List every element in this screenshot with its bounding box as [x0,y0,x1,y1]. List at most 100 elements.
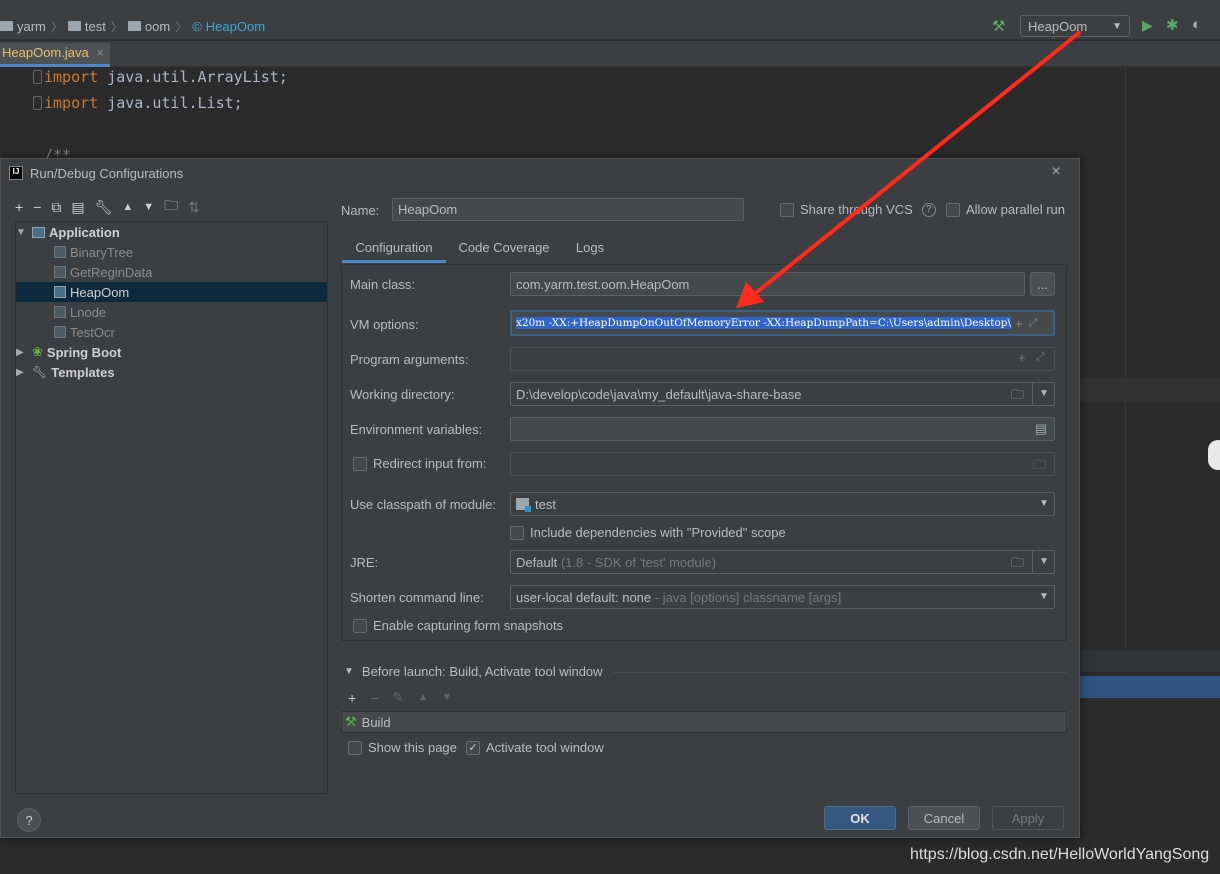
tree-node-templates[interactable]: ▶ 🔧︎ Templates [16,362,327,382]
cancel-button[interactable]: Cancel [908,806,980,830]
coverage-icon[interactable]: ◐ [1192,16,1201,33]
help-icon[interactable]: ? [921,202,936,217]
tree-label: Lnode [70,304,107,320]
checkbox-icon[interactable] [353,618,367,633]
before-launch-header[interactable]: ▼ Before launch: Build, Activate tool wi… [344,664,603,679]
sort-icon[interactable]: ⇅ [188,199,200,216]
apply-button[interactable]: Apply [992,806,1064,830]
checkbox-icon[interactable] [348,740,362,755]
run-config-dropdown[interactable]: HeapOom ▼ [1020,15,1130,37]
form-snapshots-checkbox[interactable]: Enable capturing form snapshots [353,618,563,633]
application-config-icon [54,266,66,278]
name-field[interactable]: HeapOom [392,198,744,221]
tree-item-binarytree[interactable]: BinaryTree [16,242,327,262]
move-up-icon[interactable]: ▲ [418,692,428,703]
share-vcs-checkbox[interactable]: Share through VCS ? [780,202,936,217]
working-directory-field[interactable]: D:\develop\code\java\my_default\java-sha… [510,382,1055,406]
move-down-icon[interactable]: ▼ [143,201,154,213]
move-down-icon[interactable]: ▼ [442,692,452,703]
tab-heapoom-java[interactable]: HeapOom.java × [0,43,110,67]
chevron-right-icon[interactable]: ▶ [16,347,28,358]
checkbox-icon[interactable] [353,456,367,471]
run-icon[interactable]: ▶ [1142,17,1153,34]
class-icon: © [192,18,202,34]
close-tab-icon[interactable]: × [96,45,104,60]
folder-icon[interactable]: 🗀︎ [1033,456,1046,478]
expand-icon[interactable]: ⤢ [1036,351,1045,364]
document-icon[interactable]: ▤ [1035,421,1047,437]
classpath-module-dropdown[interactable]: test ▼ [510,492,1055,516]
close-dialog-icon[interactable]: × [1047,163,1065,183]
checkbox-icon[interactable] [510,525,524,540]
jre-field[interactable]: Default (1.8 - SDK of 'test' module) 🗀︎ … [510,550,1055,574]
program-arguments-label: Program arguments: [350,352,469,367]
tree-item-lnode[interactable]: Lnode [16,302,327,322]
breadcrumb-yarm[interactable]: yarm [0,19,46,34]
remove-icon[interactable]: − [33,199,41,215]
move-up-icon[interactable]: ▲ [122,201,133,213]
build-hammer-icon[interactable]: ⚒ [992,17,1005,35]
ok-button[interactable]: OK [824,806,896,830]
fold-marker-icon[interactable] [33,96,42,110]
chevron-down-icon[interactable]: ▼ [16,227,28,238]
editor-tab-bar [0,41,1220,67]
vm-options-field[interactable]: x20m -XX:+HeapDumpOnOutOfMemoryError -XX… [510,310,1055,336]
form-snapshots-label: Enable capturing form snapshots [373,618,564,633]
copy-icon[interactable]: ⧉ [51,199,61,216]
allow-parallel-checkbox[interactable]: Allow parallel run [946,202,1065,217]
breadcrumb-oom[interactable]: oom [127,19,170,34]
include-dependencies-label: Include dependencies with "Provided" sco… [530,525,786,540]
folder-add-icon[interactable]: 🗀︎ [164,195,178,219]
shorten-command-line-dropdown[interactable]: user-local default: none - java [options… [510,585,1055,609]
scroll-knob[interactable] [1208,440,1220,470]
add-icon[interactable]: + [348,690,356,706]
tree-node-spring-boot[interactable]: ▶ ❀ Spring Boot [16,342,327,362]
checkmark-icon[interactable]: ✓ [466,740,480,755]
before-launch-list-item[interactable]: ⚒ Build [341,711,1067,733]
chevron-right-icon[interactable]: ▶ [16,367,28,378]
tree-item-heapoom[interactable]: HeapOom [16,282,327,302]
main-class-field[interactable]: com.yarm.test.oom.HeapOom [510,272,1025,296]
jre-value: Default [516,554,558,570]
edit-icon[interactable]: ✎ [392,689,404,706]
checkbox-icon[interactable] [780,202,794,217]
save-icon[interactable]: ▤ [71,199,84,216]
dialog-title-bar: IJ Run/Debug Configurations [1,159,1079,187]
chevron-down-icon[interactable]: ▼ [344,666,354,677]
program-arguments-field[interactable]: + ⤢ [510,347,1055,371]
add-icon[interactable]: + [15,199,23,215]
folder-icon[interactable]: 🗀︎ [1011,386,1024,405]
redirect-input-field[interactable]: 🗀︎ [510,452,1055,476]
breadcrumb-heapoom[interactable]: © HeapOom [192,19,265,34]
show-this-page-label: Show this page [368,740,457,755]
include-dependencies-checkbox[interactable]: Include dependencies with "Provided" sco… [510,525,786,540]
tree-label: Spring Boot [46,344,122,360]
tree-node-application[interactable]: ▼ Application [16,222,327,242]
show-this-page-checkbox[interactable]: Show this page [348,740,457,755]
checkbox-icon[interactable] [946,202,960,217]
tree-item-testocr[interactable]: TestOcr [16,322,327,342]
wrench-icon[interactable]: 🔧︎ [95,199,113,216]
tree-item-getregindata[interactable]: GetReginData [16,262,327,282]
activate-tool-window-checkbox[interactable]: ✓ Activate tool window [466,740,604,755]
remove-icon[interactable]: − [370,690,378,706]
tab-logs[interactable]: Logs [564,237,616,263]
tab-code-coverage[interactable]: Code Coverage [448,237,560,263]
breadcrumb-test[interactable]: test [67,19,106,34]
expand-add-icon[interactable]: + [1015,316,1023,331]
browse-main-class-button[interactable]: ... [1030,272,1055,296]
chevron-down-icon[interactable]: ▼ [1039,388,1049,399]
environment-variables-field[interactable]: ▤ [510,417,1055,441]
fold-marker-icon[interactable] [33,70,42,84]
expand-add-icon[interactable]: + [1018,350,1026,365]
tab-configuration[interactable]: Configuration [342,237,446,263]
folder-icon [0,21,13,31]
tree-label: HeapOom [70,284,130,300]
chevron-down-icon[interactable]: ▼ [1039,556,1049,567]
folder-icon[interactable]: 🗀︎ [1011,554,1024,573]
expand-icon[interactable]: ⤢ [1029,317,1038,330]
help-button[interactable]: ? [17,808,41,832]
debug-icon[interactable]: ✱ [1166,16,1179,34]
redirect-input-checkbox[interactable]: Redirect input from: [353,456,486,471]
tree-label: BinaryTree [70,244,134,260]
